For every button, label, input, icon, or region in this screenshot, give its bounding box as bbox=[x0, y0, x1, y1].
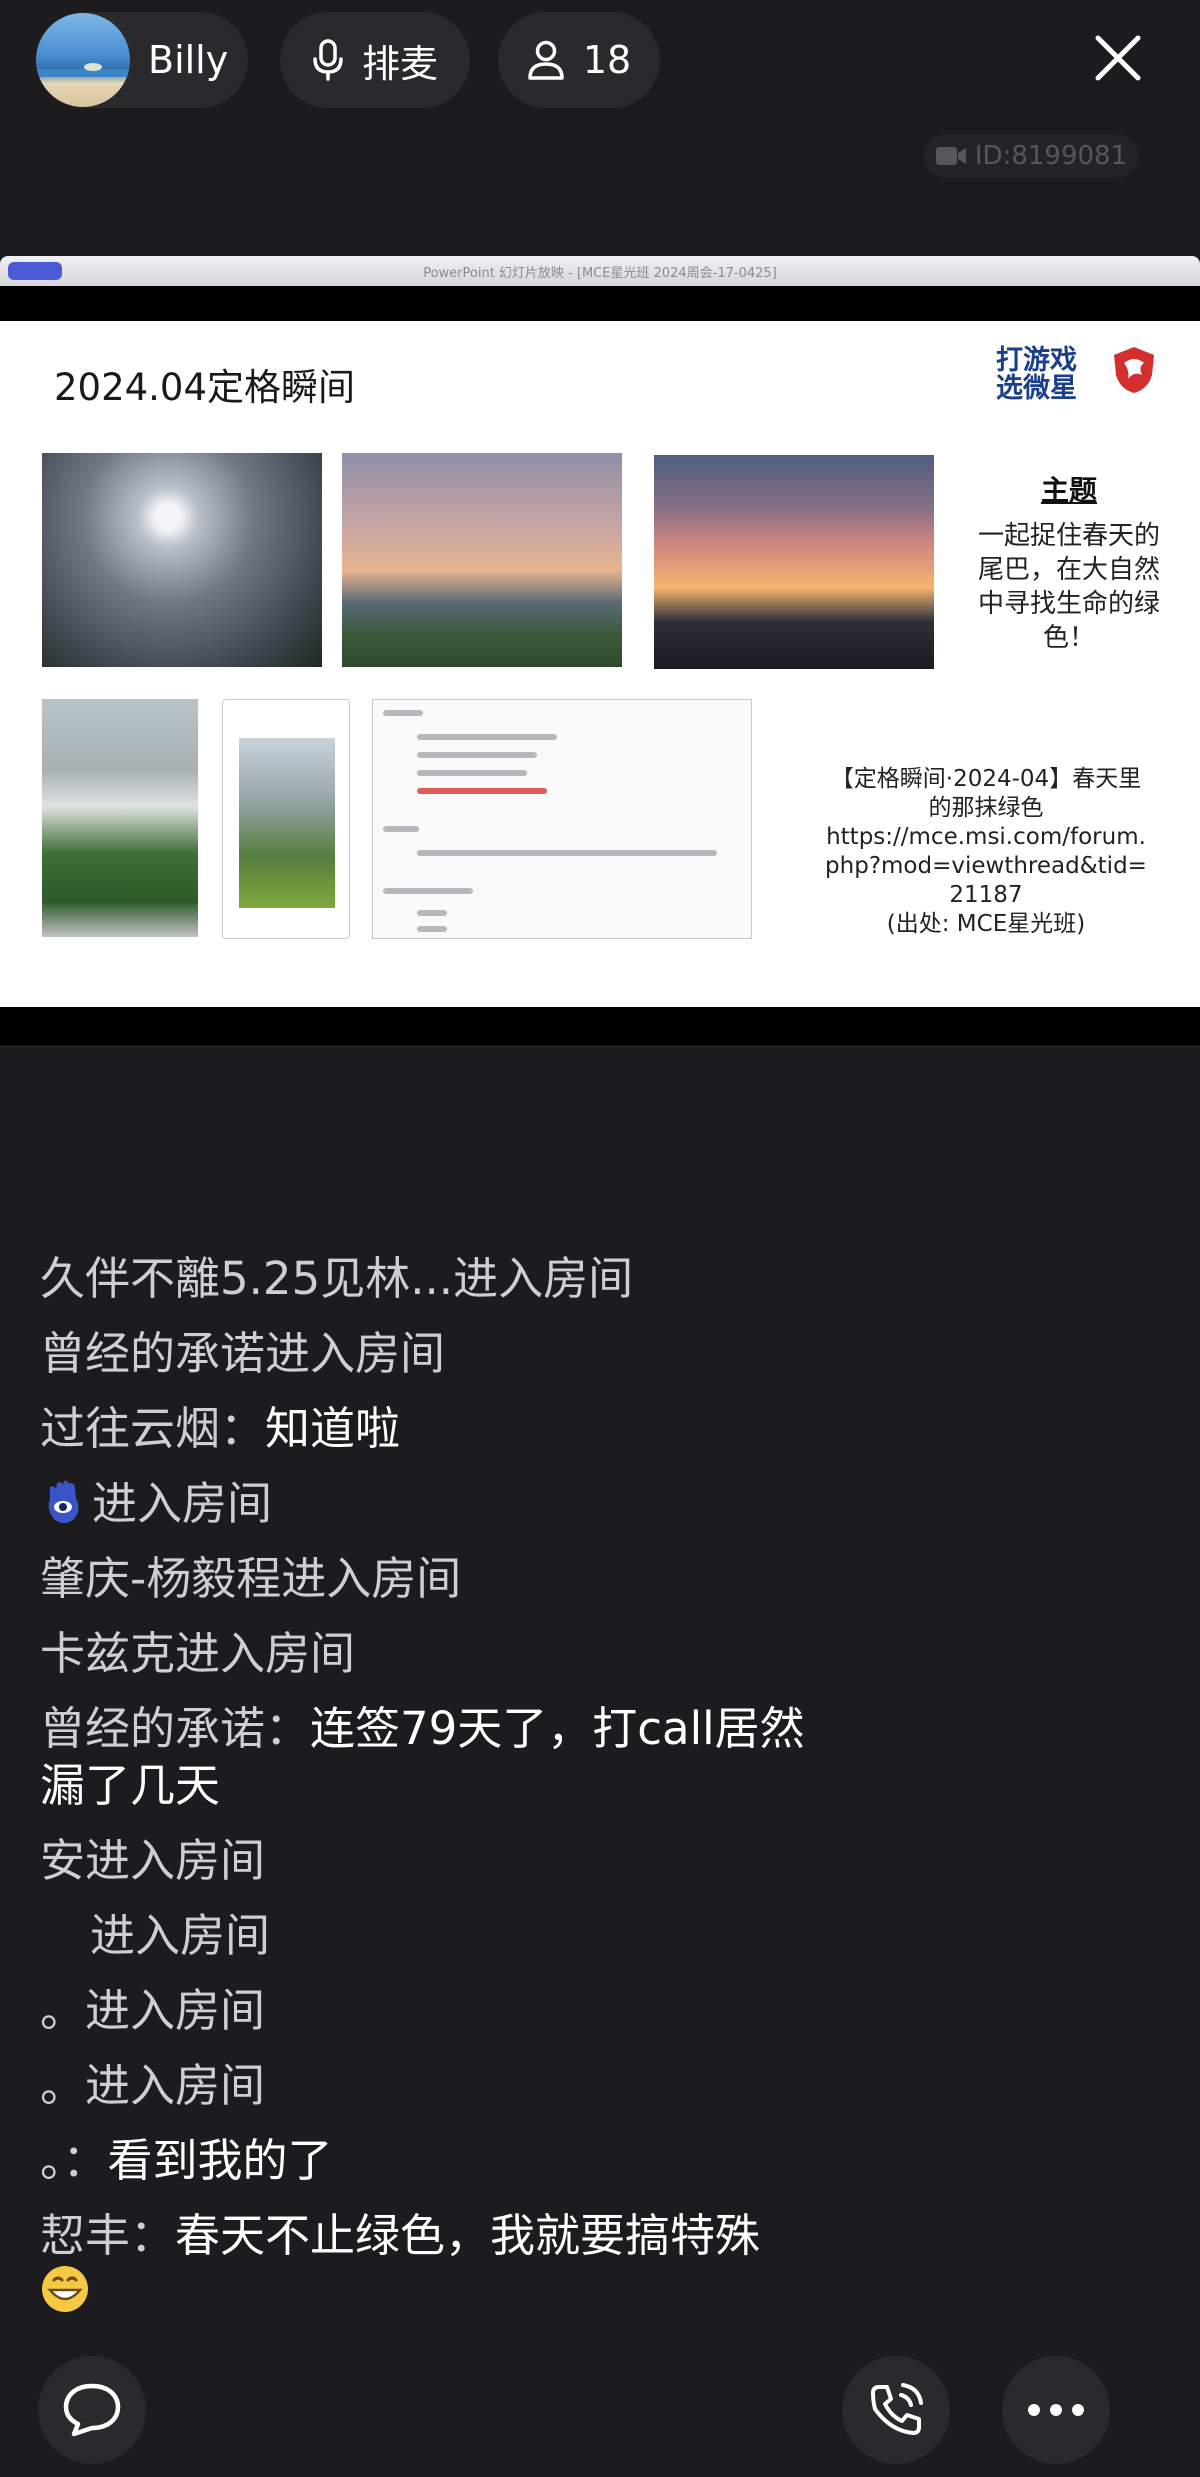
photo-phone-screenshot bbox=[222, 699, 350, 939]
photo-instructions-card bbox=[372, 699, 752, 939]
chat-text: 知道啦 bbox=[265, 1402, 401, 1455]
chat-text: 连签79天了，打call居然 bbox=[310, 1702, 805, 1755]
theme-line: 色！ bbox=[1042, 623, 1095, 653]
chat-message: 安进入房间 bbox=[40, 1832, 265, 1889]
theme-text: 一起捉住春天的 尾巴，在大自然 中寻找生命的绿 色！ bbox=[964, 519, 1174, 655]
chat-user: 安 bbox=[40, 1834, 86, 1887]
close-icon[interactable] bbox=[1086, 26, 1150, 90]
presentation-window-bar: PowerPoint 幻灯片放映 - [MCE星光班 2024周会-17-042… bbox=[0, 256, 1200, 286]
chat-user: 肇庆-杨毅程 bbox=[40, 1552, 282, 1605]
slide-title: 2024.04定格瞬间 bbox=[54, 366, 356, 409]
letterbox-top bbox=[0, 286, 1200, 321]
chat-text: 进入房间 bbox=[85, 1834, 266, 1887]
chat-user: 久伴不離5.25见林... bbox=[40, 1252, 454, 1305]
chat-message: 卡兹克进入房间 bbox=[40, 1625, 355, 1682]
chat-user: 。 bbox=[40, 2059, 86, 2112]
brand-line-1: 打游戏 bbox=[996, 345, 1077, 376]
chat-user: 曾经的承诺 bbox=[40, 1327, 266, 1380]
theme-line: 中寻找生命的绿 bbox=[977, 589, 1160, 619]
link-line: 【定格瞬间·2024-04】春天里 bbox=[830, 766, 1142, 792]
more-options-button[interactable] bbox=[1002, 2356, 1110, 2464]
link-line: 21187 bbox=[949, 882, 1023, 908]
comment-button[interactable] bbox=[38, 2356, 146, 2464]
dragon-shield-logo bbox=[1114, 347, 1154, 393]
photo-cloudy-sky bbox=[42, 453, 322, 667]
chat-message: 过往云烟：知道啦 bbox=[40, 1400, 400, 1457]
chat-message: 恝丰：春天不止绿色，我就要搞特殊 bbox=[40, 2207, 760, 2327]
link-line: (出处: MCE星光班) bbox=[886, 911, 1086, 937]
link-line: php?mod=viewthread&tid= bbox=[825, 853, 1147, 879]
link-line: 的那抹绿色 bbox=[928, 795, 1044, 821]
audience-count-button[interactable]: 18 bbox=[498, 12, 660, 108]
microphone-icon bbox=[313, 39, 343, 81]
chat-text: 春天不止绿色，我就要搞特殊 bbox=[175, 2209, 761, 2262]
chat-text: 进入房间 bbox=[90, 1909, 271, 1962]
chat-message: 曾经的承诺进入房间 bbox=[40, 1325, 445, 1382]
chat-message: 久伴不離5.25见林...进入房间 bbox=[40, 1250, 633, 1307]
chat-text: 进入房间 bbox=[85, 1984, 266, 2037]
hamsa-emoji-icon bbox=[48, 1480, 79, 1523]
chat-user: 。： bbox=[40, 2134, 108, 2187]
chat-message: 。：看到我的了 bbox=[40, 2132, 333, 2189]
brand-line-2: 选微星 bbox=[996, 373, 1077, 404]
room-id-chip: ID:8199081 bbox=[924, 134, 1138, 178]
chat-text: 进入房间 bbox=[453, 1252, 634, 1305]
chat-message: 进入房间 bbox=[40, 1475, 272, 1532]
host-profile-pill[interactable]: Billy bbox=[36, 12, 248, 108]
grinning-face-emoji-icon bbox=[42, 2266, 88, 2312]
comment-bubble-icon bbox=[63, 2383, 121, 2437]
avatar[interactable] bbox=[36, 13, 130, 107]
chat-text: 看到我的了 bbox=[107, 2134, 333, 2187]
presentation-window-title: PowerPoint 幻灯片放映 - [MCE星光班 2024周会-17-042… bbox=[423, 266, 777, 281]
top-bar: Billy 排麦 18 bbox=[36, 12, 1170, 108]
photo-courtyard bbox=[42, 699, 198, 937]
chat-user: 卡兹克 bbox=[40, 1627, 176, 1680]
person-icon bbox=[528, 40, 564, 80]
photo-city-sunset bbox=[654, 455, 934, 669]
video-camera-icon bbox=[935, 147, 966, 165]
more-dots-icon bbox=[1028, 2404, 1084, 2416]
theme-line: 尾巴，在大自然 bbox=[977, 555, 1160, 585]
chat-user: 过往云烟： bbox=[40, 1402, 266, 1455]
audience-count: 18 bbox=[582, 38, 632, 82]
chat-user: 。 bbox=[40, 1984, 86, 2037]
host-name: Billy bbox=[148, 38, 229, 82]
chat-user: 恝丰： bbox=[40, 2209, 176, 2262]
shared-slide: 2024.04定格瞬间 打游戏 选微星 主题 一起捉住春天的 尾巴，在大自然 中… bbox=[0, 321, 1200, 1007]
theme-line: 一起捉住春天的 bbox=[977, 521, 1160, 551]
forum-link-text: 【定格瞬间·2024-04】春天里 的那抹绿色 https://mce.msi.… bbox=[796, 765, 1176, 939]
chat-text: 进入房间 bbox=[92, 1477, 273, 1530]
chat-message: 。进入房间 bbox=[40, 2057, 265, 2114]
theme-heading: 主题 bbox=[1040, 474, 1097, 507]
link-line: https://mce.msi.com/forum. bbox=[826, 824, 1146, 850]
letterbox-bottom bbox=[0, 1007, 1200, 1045]
mic-queue-label: 排麦 bbox=[361, 41, 438, 86]
room-id: ID:8199081 bbox=[974, 141, 1128, 171]
chat-text: 进入房间 bbox=[281, 1552, 462, 1605]
chat-message: 肇庆-杨毅程进入房间 bbox=[40, 1550, 461, 1607]
chat-text: 进入房间 bbox=[265, 1327, 446, 1380]
brand-slogan: 打游戏 选微星 bbox=[996, 347, 1106, 403]
chat-message: 进入房间 bbox=[40, 1907, 270, 1964]
chat-text: 进入房间 bbox=[85, 2059, 266, 2112]
chat-message: 。进入房间 bbox=[40, 1982, 265, 2039]
chat-user: 曾经的承诺： bbox=[40, 1702, 311, 1755]
phone-call-icon bbox=[871, 2383, 923, 2435]
voice-call-button[interactable] bbox=[842, 2356, 950, 2464]
chat-message: 曾经的承诺：连签79天了，打call居然漏了几天 bbox=[40, 1700, 805, 1814]
chat-text: 进入房间 bbox=[175, 1627, 356, 1680]
mic-queue-button[interactable]: 排麦 bbox=[280, 12, 470, 108]
photo-bridge-sunset bbox=[342, 453, 622, 667]
chat-text-continued: 漏了几天 bbox=[40, 1759, 221, 1812]
